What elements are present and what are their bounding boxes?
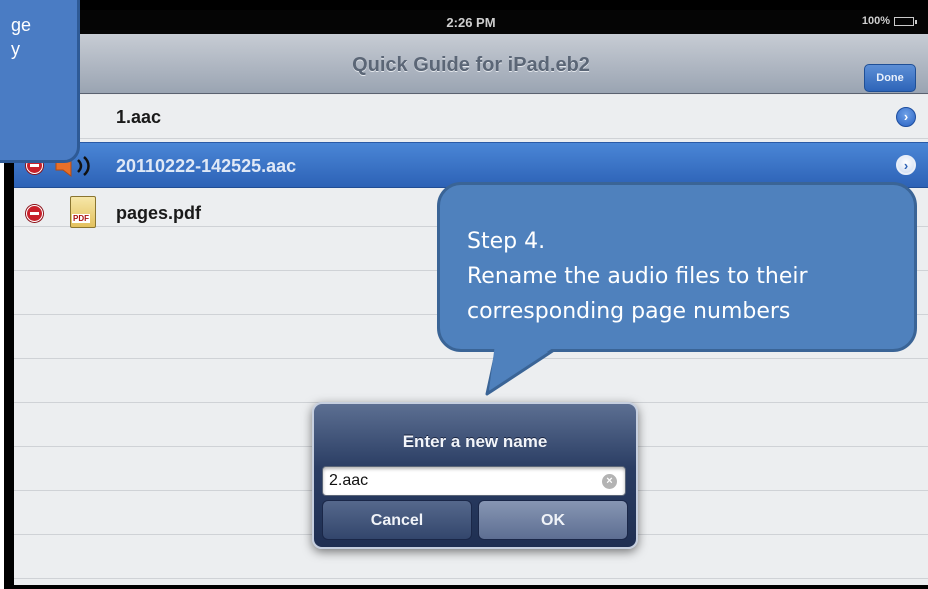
step-heading: Step 4. (467, 229, 546, 254)
nav-bar: ents Quick Guide for iPad.eb2 Done (14, 34, 928, 94)
status-time: 2:26 PM (446, 15, 496, 30)
battery-indicator: 100% (861, 15, 917, 27)
file-name: 20110222-142525.aac (116, 156, 297, 176)
file-row[interactable]: 1.aac › (14, 95, 928, 139)
step-line: Rename the audio files to their (467, 264, 808, 289)
step-line: corresponding page numbers (467, 299, 791, 324)
disclosure-icon[interactable]: › (896, 107, 916, 127)
corner-callout: ge y (0, 0, 80, 163)
page-title: Quick Guide for iPad.eb2 (352, 54, 590, 76)
cancel-button[interactable]: Cancel (322, 500, 472, 540)
rename-dialog: Enter a new name × Cancel OK (312, 402, 638, 549)
name-field[interactable]: × (322, 466, 626, 496)
callout-text: Step 4. Rename the audio files to their … (467, 224, 907, 329)
step-callout: Step 4. Rename the audio files to their … (437, 182, 917, 396)
done-button[interactable]: Done (864, 64, 916, 92)
clear-icon[interactable]: × (602, 474, 617, 489)
ok-button[interactable]: OK (478, 500, 628, 540)
pdf-icon: PDF (70, 196, 96, 228)
pdf-badge: PDF (72, 214, 90, 223)
delete-icon[interactable] (26, 205, 43, 222)
disclosure-icon[interactable]: › (896, 155, 916, 175)
battery-icon (894, 16, 917, 26)
corner-callout-line: ge (11, 15, 32, 35)
dialog-title: Enter a new name (402, 432, 548, 451)
corner-callout-line: y (11, 39, 20, 59)
name-input[interactable] (329, 472, 599, 490)
file-name: 1.aac (116, 107, 162, 127)
status-bar: 2:26 PM 100% (14, 10, 928, 34)
battery-percent: 100% (861, 15, 890, 27)
file-name: pages.pdf (116, 203, 202, 223)
